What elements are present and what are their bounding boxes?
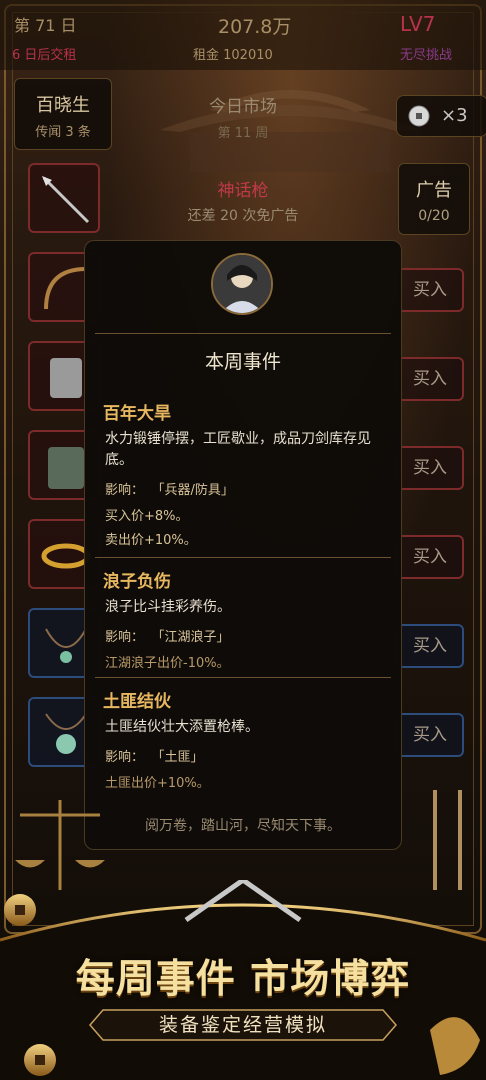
event-impact: 影响： 「兵器/防具」 [105, 483, 234, 498]
npc-portrait [211, 253, 273, 315]
event-desc: 水力锻锤停摆，工匠歇业，成品刀剑库存见底。 [105, 431, 371, 468]
money-total: 207.8万 [218, 16, 292, 38]
event-effect: 土匪出价+10%。 [105, 776, 210, 791]
event-effect: 江湖浪子出价-10%。 [105, 656, 230, 671]
buy-button[interactable]: 买入 [396, 268, 464, 312]
divider [95, 677, 391, 678]
top-bar: 第 71 日 6 日后交租 207.8万 租金 102010 LV7 无尽挑战 [0, 0, 486, 70]
scale-icon [15, 800, 105, 890]
buy-button[interactable]: 买入 [396, 535, 464, 579]
ad-button[interactable]: 广告 0/20 [398, 163, 470, 235]
event-desc: 土匪结伙壮大添置枪棒。 [105, 719, 259, 735]
rent-amount: 租金 102010 [193, 48, 273, 63]
event-name: 土匪结伙 [103, 692, 171, 712]
ad-progress: 0/20 [418, 208, 450, 224]
buy-button[interactable]: 买入 [396, 624, 464, 668]
event-name: 浪子负伤 [103, 572, 171, 592]
event-effect: 卖出价+10%。 [105, 533, 197, 548]
buy-button[interactable]: 买入 [396, 357, 464, 401]
banner-headline: 每周事件 市场博弈 [75, 956, 411, 1002]
coin-counter[interactable]: ×3 [396, 95, 486, 137]
weekly-events-modal: 本周事件 百年大旱 水力锻锤停摆，工匠歇业，成品刀剑库存见底。 影响： 「兵器/防… [84, 240, 402, 850]
rent-deadline: 6 日后交租 [12, 48, 77, 63]
buy-button[interactable]: 买入 [396, 713, 464, 757]
event-effect: 买入价+8%。 [105, 509, 189, 524]
coin-icon [408, 105, 430, 127]
divider [95, 333, 391, 334]
event-desc: 浪子比斗挂彩养伤。 [105, 599, 231, 615]
event-impact: 影响： 「江湖浪子」 [105, 630, 230, 645]
sword-rack-icon [433, 790, 462, 890]
ad-label: 广告 [416, 180, 452, 201]
modal-title: 本周事件 [204, 351, 281, 373]
divider [95, 557, 391, 558]
day-counter: 第 71 日 [14, 16, 77, 35]
event-impact: 影响： 「土匪」 [105, 750, 204, 765]
level-badge[interactable]: LV7 [400, 12, 435, 36]
event-name: 百年大旱 [103, 404, 171, 424]
banner-subline: 装备鉴定经营模拟 [158, 1014, 327, 1036]
coin-count: ×3 [441, 105, 468, 126]
mode-label[interactable]: 无尽挑战 [400, 44, 452, 63]
buy-button[interactable]: 买入 [396, 446, 464, 490]
